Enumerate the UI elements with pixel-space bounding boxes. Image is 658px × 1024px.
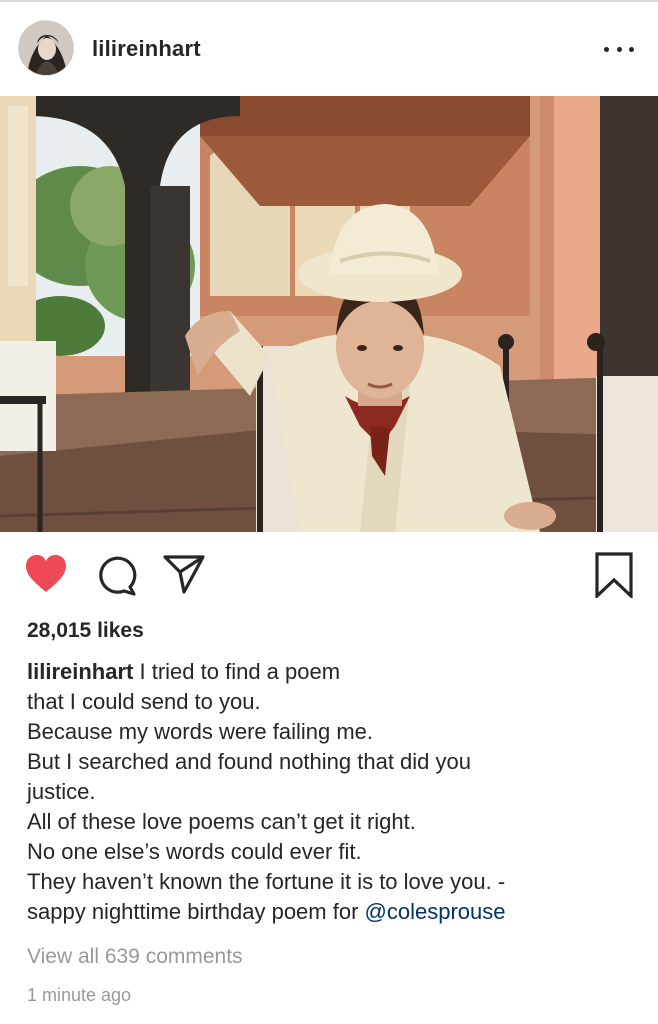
likes-count[interactable]: 28,015 likes: [27, 618, 144, 644]
caption-line: No one else’s words could ever fit.: [27, 839, 362, 864]
post-photo[interactable]: [0, 96, 658, 532]
caption-line: All of these love poems can’t get it rig…: [27, 809, 416, 834]
caption-line: lilireinhart I tried to find a poem: [27, 657, 627, 687]
more-options-icon[interactable]: [604, 40, 634, 58]
post-username[interactable]: lilireinhart: [92, 36, 201, 62]
caption-text: sappy nighttime birthday poem for: [27, 899, 365, 924]
caption-line: sappy nighttime birthday poem for @coles…: [27, 897, 627, 927]
more-dot: [616, 46, 622, 52]
caption-username[interactable]: lilireinhart: [27, 659, 133, 684]
post-caption: lilireinhart I tried to find a poem that…: [27, 657, 627, 927]
post-header: lilireinhart: [0, 2, 658, 94]
caption-line: They haven’t known the fortune it is to …: [27, 869, 506, 894]
caption-line: that I could send to you.: [27, 689, 261, 714]
comment-icon[interactable]: [96, 555, 138, 597]
bookmark-icon[interactable]: [594, 552, 634, 600]
more-dot: [604, 46, 609, 52]
mention-link[interactable]: @colesprouse: [365, 899, 506, 924]
more-dot: [629, 46, 634, 52]
post-timestamp: 1 minute ago: [27, 985, 132, 1005]
share-icon[interactable]: [162, 554, 206, 594]
caption-text: I tried to find a poem: [139, 659, 341, 684]
view-comments-link[interactable]: View all 639 comments: [27, 943, 243, 971]
caption-line: But I searched and found nothing that di…: [27, 749, 471, 774]
action-bar: [0, 542, 658, 610]
avatar[interactable]: [18, 20, 74, 76]
heart-icon[interactable]: [24, 554, 68, 594]
caption-line: Because my words were failing me.: [27, 719, 374, 744]
caption-line: justice.: [27, 779, 96, 804]
